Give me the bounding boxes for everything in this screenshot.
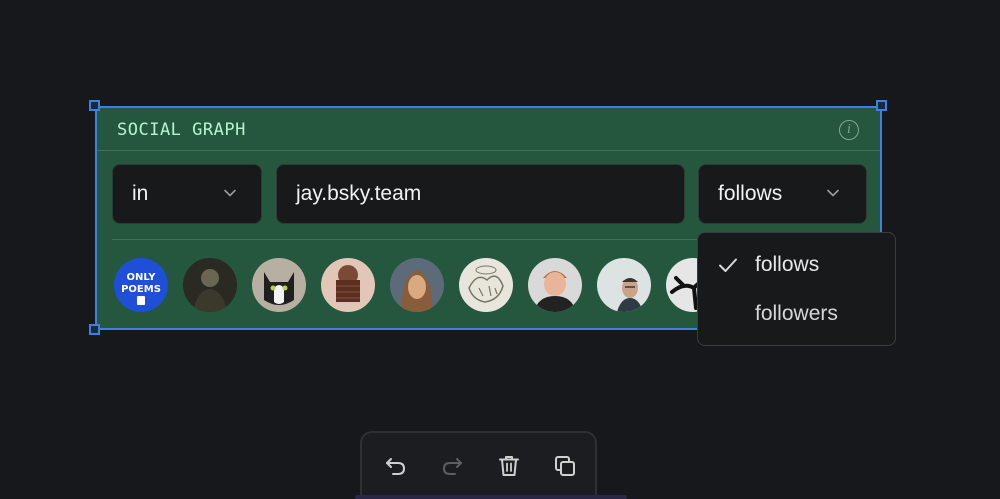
handle-input[interactable]: jay.bsky.team [276, 164, 685, 224]
dropdown-option-label: follows [755, 253, 820, 276]
redo-button[interactable] [439, 453, 465, 479]
undo-button[interactable] [383, 453, 409, 479]
chevron-down-icon [827, 189, 839, 197]
bottom-panel-edge [355, 495, 627, 499]
relation-value: follows [718, 182, 783, 205]
widget-header: SOCIAL GRAPH i [97, 108, 880, 151]
trash-icon [499, 456, 519, 476]
avatar[interactable] [183, 258, 237, 312]
svg-text:ONLY: ONLY [127, 272, 157, 283]
avatar[interactable] [459, 258, 513, 312]
avatar[interactable] [390, 258, 444, 312]
widget-title: SOCIAL GRAPH [117, 120, 246, 140]
avatar-list: ONLY POEMS [114, 258, 734, 312]
canvas[interactable]: SOCIAL GRAPH i in jay.bsky.team follows … [0, 0, 1000, 499]
info-icon[interactable]: i [839, 120, 859, 140]
duplicate-button[interactable] [552, 453, 578, 479]
delete-button[interactable] [496, 453, 522, 479]
handle-input-value: jay.bsky.team [296, 182, 422, 205]
direction-select[interactable]: in [112, 164, 262, 224]
avatar[interactable] [528, 258, 582, 312]
resize-handle-top-left[interactable] [89, 100, 100, 111]
floating-toolbar [360, 431, 597, 499]
undo-icon [386, 458, 406, 475]
dropdown-option-follows[interactable]: follows [698, 241, 895, 289]
relation-dropdown-menu: follows followers [697, 232, 896, 346]
duplicate-icon [555, 456, 575, 476]
relation-select[interactable]: follows [698, 164, 867, 224]
dropdown-option-label: followers [755, 302, 838, 325]
direction-value: in [132, 182, 149, 205]
resize-handle-top-right[interactable] [876, 100, 887, 111]
avatar[interactable] [321, 258, 375, 312]
dropdown-option-followers[interactable]: followers [698, 290, 895, 338]
check-icon [719, 258, 737, 272]
svg-text:POEMS: POEMS [121, 284, 161, 295]
chevron-down-icon [224, 189, 236, 197]
resize-handle-bottom-left[interactable] [89, 324, 100, 335]
redo-icon [442, 458, 462, 475]
avatar[interactable] [597, 258, 651, 312]
avatar[interactable]: ONLY POEMS [114, 258, 168, 312]
avatar[interactable] [252, 258, 306, 312]
